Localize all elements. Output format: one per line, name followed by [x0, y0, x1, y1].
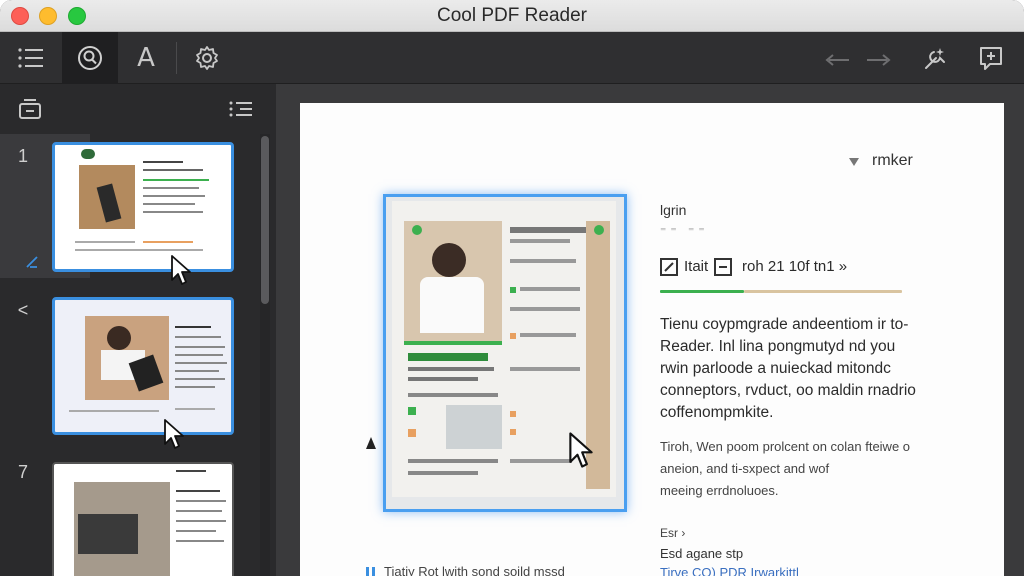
cursor-arrow-icon — [171, 255, 191, 285]
tools-button[interactable] — [914, 32, 954, 84]
sidebar-scroll-thumb[interactable] — [261, 136, 269, 304]
cursor-arrow-icon — [164, 419, 184, 449]
footer-line-1: Esr › — [660, 526, 686, 540]
font-button[interactable]: A — [124, 32, 168, 84]
tag-icon — [849, 158, 859, 166]
page-thumbnail-3[interactable] — [52, 462, 234, 576]
login-label: lgrin — [660, 202, 687, 218]
image-photo-shirt — [420, 277, 484, 333]
footer-link[interactable]: Tirve CO) PDR Irwarkittl — [660, 565, 799, 576]
page-thumbnail-1[interactable] — [52, 142, 234, 272]
add-annotation-icon — [980, 47, 1002, 70]
forward-button[interactable] — [862, 32, 896, 84]
search-button[interactable] — [62, 32, 118, 84]
image-photo-head — [432, 243, 466, 277]
page-number-1: 1 — [17, 146, 28, 166]
toc-button[interactable] — [8, 32, 54, 84]
bottom-note: Tiatiy Rot lwith sond soild mssd — [384, 564, 565, 576]
mouse-cursor-1 — [170, 254, 192, 286]
toolbar-divider — [176, 42, 177, 74]
paragraph-1: Tienu coypmgrade andeentiom ir to- Reade… — [660, 316, 916, 421]
settings-icon — [196, 46, 218, 70]
title-bar: Cool PDF Reader — [0, 0, 1024, 32]
progress-green — [660, 290, 744, 293]
paragraph-2: Tiroh, Wen poom prolcent on colan fteiwe… — [660, 439, 911, 498]
edit-icon[interactable] — [660, 258, 678, 276]
document-tag: rmker — [872, 152, 913, 169]
toolbar: A — [0, 32, 1024, 84]
resize-handle-icon[interactable] — [364, 436, 378, 450]
page-number-2: < — [17, 300, 29, 320]
toc-icon — [18, 48, 43, 68]
back-button[interactable] — [820, 32, 854, 84]
bookmark-marker-icon — [26, 256, 38, 268]
sidebar-header — [0, 84, 276, 134]
forward-icon — [867, 54, 891, 66]
mouse-cursor-3 — [568, 430, 594, 470]
page-thumbnail-2[interactable] — [52, 297, 234, 435]
mouse-cursor-2 — [163, 418, 185, 450]
add-annotation-button[interactable] — [970, 32, 1012, 84]
thumbnail-sidebar: 1 < 7 — [0, 84, 276, 576]
back-icon — [825, 54, 849, 66]
thumbnails-icon[interactable] — [18, 98, 42, 120]
settings-button[interactable] — [186, 32, 228, 84]
font-icon: A — [137, 43, 155, 73]
thumbnail-photo-head — [107, 326, 131, 350]
meta-label-b: roh 21 10f tn1 » — [742, 258, 848, 275]
tools-icon — [925, 48, 945, 69]
bottom-note-marker — [366, 567, 369, 576]
footer-line-2: Esd agane stp — [660, 546, 744, 561]
bottom-note-marker-2 — [372, 567, 375, 576]
login-sublabel: ⁼⁼ ⁼⁼ — [660, 224, 709, 238]
outline-list-icon[interactable] — [228, 100, 254, 118]
image-sub-photo — [446, 405, 502, 449]
window-title: Cool PDF Reader — [437, 5, 587, 26]
thumbnail-photo-desk — [78, 514, 138, 554]
meta-label-a: Itait — [684, 258, 709, 275]
thumbnail-leaf — [81, 149, 95, 159]
cursor-arrow-icon — [569, 432, 593, 468]
page-number-3: 7 — [17, 462, 28, 482]
search-icon — [78, 46, 102, 70]
minus-box-icon[interactable] — [714, 258, 732, 276]
app-window: Cool PDF Reader A 1 < 7 rmker lgrin ⁼⁼ ⁼… — [0, 0, 1024, 576]
progress-tan — [744, 290, 902, 293]
